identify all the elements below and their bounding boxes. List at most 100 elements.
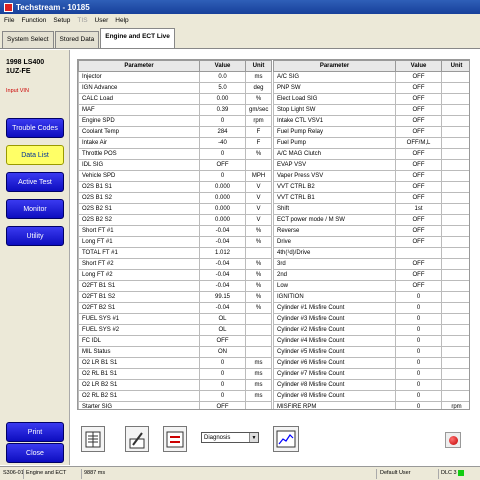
- parameter-cell: Fuel Pump Relay: [273, 126, 396, 138]
- menu-user[interactable]: User: [95, 17, 109, 24]
- table-row[interactable]: MISFIRE RPM 0 rpm: [273, 401, 469, 409]
- tab-engine-ect-live[interactable]: Engine and ECT Live: [100, 28, 175, 48]
- table-row[interactable]: Fuel Pump Relay OFF: [273, 126, 469, 138]
- table-row[interactable]: Intake Air -40 F: [78, 137, 272, 149]
- column-header-value[interactable]: Value: [199, 60, 246, 72]
- print-button[interactable]: Print: [6, 422, 64, 442]
- tab-system-select[interactable]: System Select: [2, 31, 54, 48]
- table-row[interactable]: Short FT #2 -0.04%: [78, 258, 272, 270]
- table-row[interactable]: CALC Load 0.00%: [78, 93, 272, 105]
- column-header-parameter[interactable]: Parameter: [273, 60, 396, 72]
- record-data-button[interactable]: [163, 426, 187, 452]
- table-row[interactable]: EVAP VSV OFF: [273, 159, 469, 171]
- table-row[interactable]: Intake CTL VSV1 OFF: [273, 115, 469, 127]
- mode-select[interactable]: Diagnosis ▼: [201, 432, 259, 443]
- table-row[interactable]: Injector 0.0 ms: [78, 71, 272, 83]
- table-row[interactable]: Shift 1st: [273, 203, 469, 215]
- graph-button[interactable]: [273, 426, 299, 452]
- menu-file[interactable]: File: [4, 17, 14, 24]
- value-cell: 0: [199, 115, 246, 127]
- unit-cell: [441, 247, 469, 259]
- table-row[interactable]: Short FT #1 -0.04%: [78, 225, 272, 237]
- parameter-cell: 2nd: [273, 269, 396, 281]
- table-row[interactable]: Stop Light SW OFF: [273, 104, 469, 116]
- table-row[interactable]: VVT CTRL B2 OFF: [273, 181, 469, 193]
- table-row[interactable]: Drive OFF: [273, 236, 469, 248]
- table-row[interactable]: ECT power mode / M SW OFF: [273, 214, 469, 226]
- table-row[interactable]: PNP SW OFF: [273, 82, 469, 94]
- data-list-button[interactable]: Data List: [6, 145, 64, 165]
- menu-setup[interactable]: Setup: [53, 17, 70, 24]
- value-cell: OFF: [395, 214, 442, 226]
- table-row[interactable]: Cylinder #4 Misfire Count 0: [273, 335, 469, 347]
- table-row[interactable]: Elect Load SIG OFF: [273, 93, 469, 105]
- table-row[interactable]: Reverse OFF: [273, 225, 469, 237]
- table-row[interactable]: Cylinder #8 Misfire Count 0: [273, 390, 469, 402]
- table-row[interactable]: O2FT B2 S1 -0.04%: [78, 302, 272, 314]
- table-row[interactable]: 4th(¹d)/Drive: [273, 247, 469, 259]
- table-row[interactable]: O2S B1 S1 0.000 V: [78, 181, 272, 193]
- table-row[interactable]: O2S B2 S2 0.000 V: [78, 214, 272, 226]
- table-row[interactable]: Low OFF: [273, 280, 469, 292]
- table-row[interactable]: MAF 0.39 gm/sec: [78, 104, 272, 116]
- table-row[interactable]: Cylinder #1 Misfire Count 0: [273, 302, 469, 314]
- input-vin-link[interactable]: Input VIN: [6, 88, 29, 94]
- table-row[interactable]: FC IDL OFF: [78, 335, 272, 347]
- trouble-codes-button[interactable]: Trouble Codes: [6, 118, 64, 138]
- data-list-grid: Parameter Value Unit Injector 0.0 ms IGN Ad…: [77, 59, 470, 410]
- close-button[interactable]: Close: [6, 443, 64, 463]
- column-header-unit[interactable]: Unit: [441, 60, 469, 72]
- table-row[interactable]: Fuel Pump OFF/M,L: [273, 137, 469, 149]
- table-row[interactable]: O2 LR B2 S1 0 ms: [78, 379, 272, 391]
- table-row[interactable]: FUEL SYS #2 OL: [78, 324, 272, 336]
- parameter-cell: Cylinder #2 Misfire Count: [273, 324, 396, 336]
- table-row[interactable]: Cylinder #5 Misfire Count 0: [273, 346, 469, 358]
- menu-help[interactable]: Help: [115, 17, 128, 24]
- table-row[interactable]: 3rd OFF: [273, 258, 469, 270]
- tab-stored-data[interactable]: Stored Data: [54, 31, 100, 48]
- table-row[interactable]: Long FT #1 -0.04%: [78, 236, 272, 248]
- table-row[interactable]: Coolant Temp 284 F: [78, 126, 272, 138]
- menu-function[interactable]: Function: [21, 17, 46, 24]
- table-row[interactable]: Starter SIG OFF: [78, 401, 272, 409]
- column-header-value[interactable]: Value: [395, 60, 442, 72]
- table-row[interactable]: O2FT B1 S2 99.15%: [78, 291, 272, 303]
- table-row[interactable]: O2S B1 S2 0.000 V: [78, 192, 272, 204]
- monitor-button[interactable]: Monitor: [6, 199, 64, 219]
- table-row[interactable]: Cylinder #8 Misfire Count 0: [273, 379, 469, 391]
- table-row[interactable]: Engine SPD 0 rpm: [78, 115, 272, 127]
- table-row[interactable]: Vehicle SPD 0 MPH: [78, 170, 272, 182]
- table-row[interactable]: Cylinder #3 Misfire Count 0: [273, 313, 469, 325]
- table-row[interactable]: Cylinder #2 Misfire Count 0: [273, 324, 469, 336]
- table-row[interactable]: Throttle POS 0%: [78, 148, 272, 160]
- table-row[interactable]: TOTAL FT #1 1.012: [78, 247, 272, 259]
- table-row[interactable]: O2FT B1 S1 -0.04%: [78, 280, 272, 292]
- table-row[interactable]: O2 RL B1 S1 0 ms: [78, 368, 272, 380]
- table-row[interactable]: A/C MAG Clutch OFF: [273, 148, 469, 160]
- value-cell: 0.000: [199, 203, 246, 215]
- table-row[interactable]: VVT CTRL B1 OFF: [273, 192, 469, 204]
- table-row[interactable]: FUEL SYS #1 OL: [78, 313, 272, 325]
- table-row[interactable]: Long FT #2 -0.04%: [78, 269, 272, 281]
- utility-button[interactable]: Utility: [6, 226, 64, 246]
- table-row[interactable]: 2nd OFF: [273, 269, 469, 281]
- table-row[interactable]: IGNITION 0: [273, 291, 469, 303]
- stop-button[interactable]: [445, 432, 461, 448]
- table-row[interactable]: O2S B2 S1 0.000 V: [78, 203, 272, 215]
- table-row[interactable]: O2 LR B1 S1 0 ms: [78, 357, 272, 369]
- table-row[interactable]: MIL Status ON: [78, 346, 272, 358]
- active-test-button[interactable]: Active Test: [6, 172, 64, 192]
- table-row[interactable]: O2 RL B2 S1 0 ms: [78, 390, 272, 402]
- column-header-unit[interactable]: Unit: [245, 60, 272, 72]
- column-header-parameter[interactable]: Parameter: [78, 60, 200, 72]
- table-row[interactable]: Cylinder #6 Misfire Count 0: [273, 357, 469, 369]
- edit-button[interactable]: [125, 426, 149, 452]
- table-row[interactable]: Vaper Press VSV OFF: [273, 170, 469, 182]
- table-row[interactable]: A/C SIG OFF: [273, 71, 469, 83]
- table-row[interactable]: Cylinder #7 Misfire Count 0: [273, 368, 469, 380]
- table-row[interactable]: IDL SIG OFF: [78, 159, 272, 171]
- value-cell: 0: [395, 368, 442, 380]
- value-cell: 0: [395, 335, 442, 347]
- list-view-button[interactable]: [81, 426, 105, 452]
- table-row[interactable]: IGN Advance 5.0 deg: [78, 82, 272, 94]
